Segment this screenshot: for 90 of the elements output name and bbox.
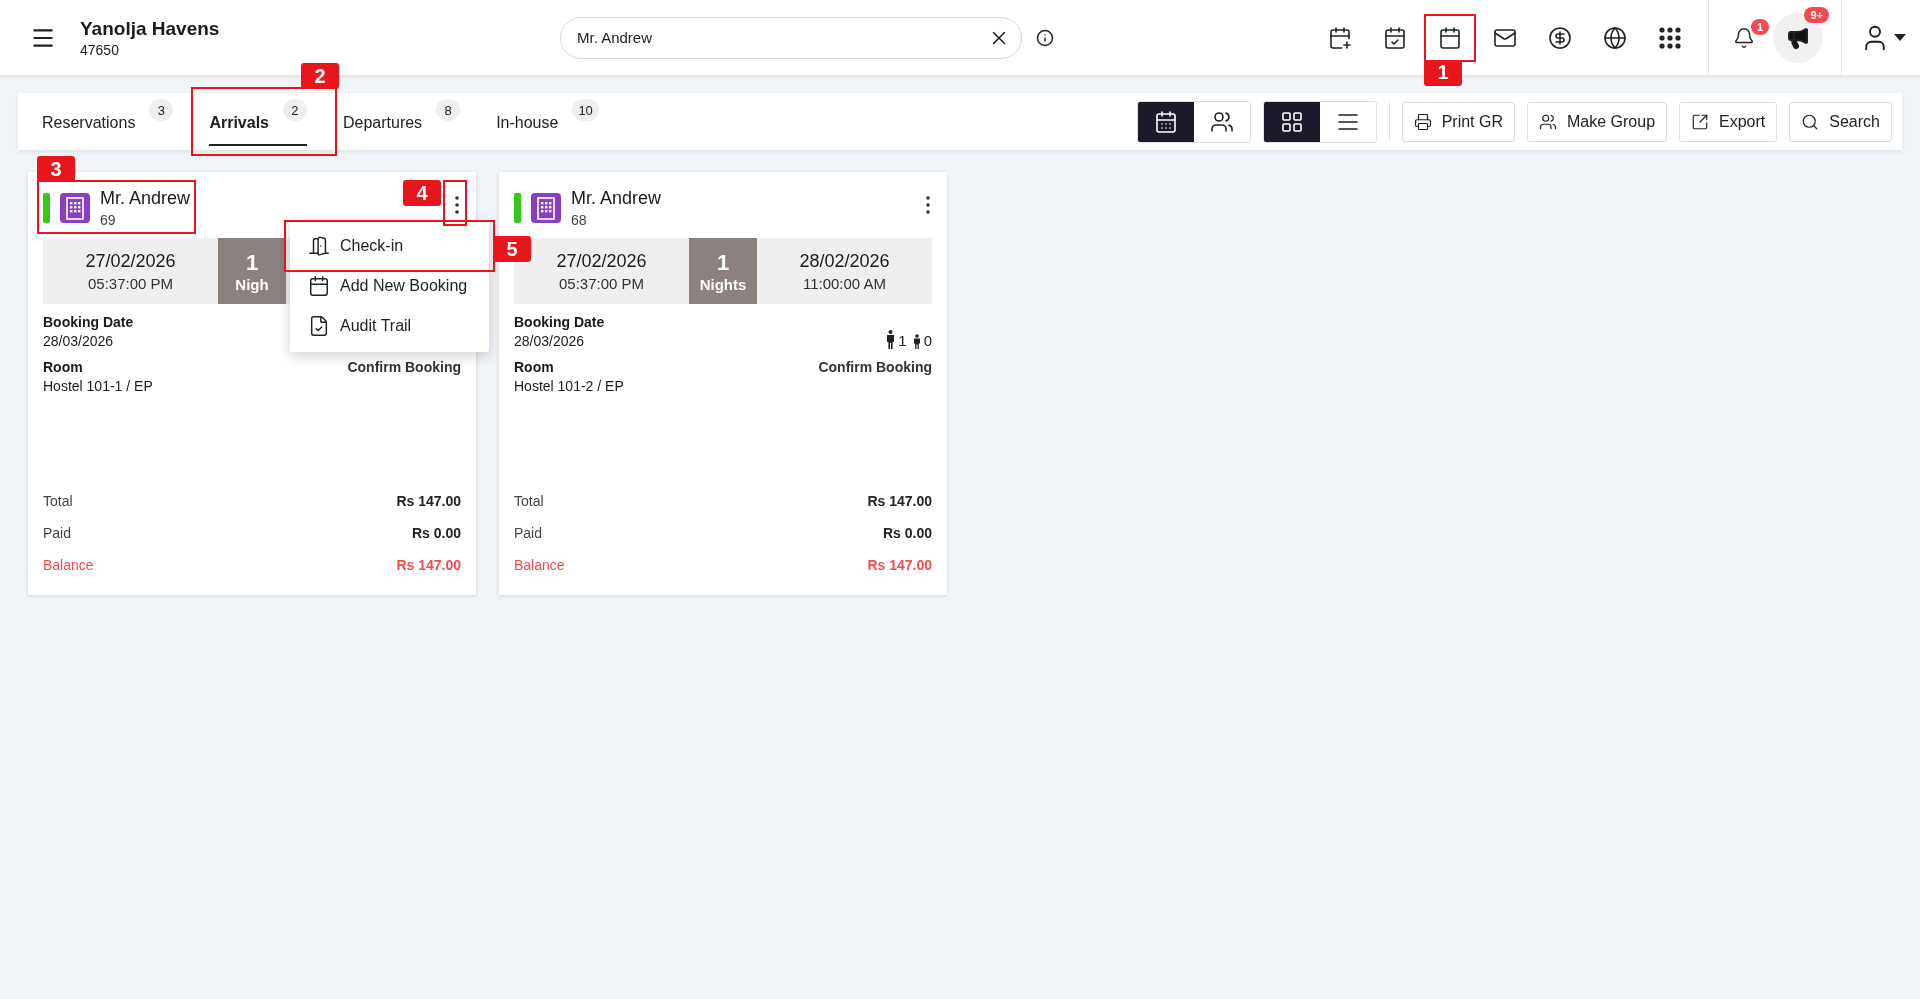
search-field[interactable]: Mr. Andrew (560, 16, 1022, 59)
adult-count: 1 (898, 332, 907, 349)
toolbar-button[interactable]: Search (1789, 101, 1892, 142)
field-label: Room (514, 359, 555, 375)
nights-label: Nigh (235, 275, 269, 293)
search-icon (1801, 112, 1820, 131)
step-badge: 4 (403, 180, 441, 206)
megaphone-icon (1786, 25, 1810, 50)
guest-name: Mr. Andrew (571, 188, 662, 209)
departure-date: 28/02/2026 (799, 250, 890, 272)
bell-icon (1733, 26, 1755, 49)
arrival-time: 05:37:00 PM (87, 274, 174, 292)
tab[interactable]: Arrivals 2 (197, 93, 319, 150)
info-icon (1036, 28, 1054, 47)
calendar-check-icon (1383, 25, 1407, 50)
amount-value: Rs 147.00 (867, 493, 932, 509)
toolbar-button[interactable]: Export (1679, 101, 1778, 142)
child-count: 0 (923, 332, 932, 349)
hotel-id: 47650 (80, 41, 120, 58)
menu-item[interactable]: Audit Trail (290, 306, 489, 346)
arrival-date: 27/02/2026 (556, 250, 647, 272)
announcements-button[interactable] (1773, 12, 1823, 63)
globe-icon (1603, 25, 1627, 50)
toolbar-button[interactable]: Print GR (1401, 101, 1515, 142)
amount-label: Balance (514, 557, 565, 573)
booking-number: 68 (571, 212, 588, 228)
amount-label: Paid (514, 525, 543, 541)
amount-label: Paid (43, 525, 72, 541)
apps-icon (1658, 25, 1682, 50)
building-icon (60, 193, 90, 223)
field-label: Room (43, 359, 84, 375)
door-icon (308, 235, 330, 257)
amount-label: Total (43, 493, 73, 509)
booking-number: 69 (100, 212, 117, 228)
nights-label: Nights (699, 275, 747, 293)
amount-value: Rs 0.00 (882, 525, 932, 541)
caret-icon[interactable] (1894, 33, 1906, 42)
booking-date: 28/03/2026 (514, 333, 586, 349)
child-icon (912, 334, 921, 349)
field-label: Booking Date (43, 314, 134, 330)
people-icon (1539, 112, 1557, 131)
building-icon (531, 193, 561, 223)
document-check-icon (308, 315, 330, 337)
departure-time: 11:00:00 AM (802, 274, 887, 292)
export-icon (1691, 112, 1710, 131)
view-toggle[interactable] (1137, 101, 1194, 142)
more-icon (455, 196, 459, 214)
count-badge: 1 (1750, 18, 1769, 35)
step-badge: 5 (493, 236, 531, 262)
tab[interactable]: Reservations 3 (30, 93, 186, 150)
calendar-add-icon (1328, 25, 1352, 50)
field-label: Booking Date (514, 314, 605, 330)
room-value: Hostel 101-1 / EP (43, 378, 153, 394)
count-badge: 3 (149, 99, 174, 121)
amount-value: Rs 147.00 (396, 557, 461, 573)
amount-label: Total (514, 493, 544, 509)
amount-value: Rs 147.00 (396, 493, 461, 509)
room-value: Hostel 101-2 / EP (514, 378, 624, 394)
adult-icon (886, 330, 896, 349)
arrival-time: 05:37:00 PM (558, 274, 645, 292)
booking-status: Confirm Booking (818, 359, 932, 375)
hotel-name: Yanolja Havens (80, 17, 221, 40)
grid-view-icon (1279, 109, 1304, 134)
amount-label: Balance (43, 557, 94, 573)
booking-date: 28/03/2026 (43, 333, 115, 349)
step-badge: 3 (37, 156, 75, 182)
calendar-icon (1438, 25, 1462, 50)
count-badge: 9+ (1804, 6, 1829, 23)
count-badge: 10 (572, 99, 599, 121)
menu-item[interactable]: Check-in (290, 226, 489, 266)
printer-icon (1413, 112, 1432, 131)
menu-item[interactable]: Add New Booking (290, 266, 489, 306)
arrival-date: 27/02/2026 (85, 250, 176, 272)
layout-toggle[interactable] (1263, 101, 1320, 142)
more-icon (926, 196, 930, 214)
count-badge: 8 (436, 99, 461, 121)
toolbar-button[interactable]: Make Group (1527, 101, 1668, 142)
calendar-icon (308, 275, 330, 297)
booking-status: Confirm Booking (347, 359, 461, 375)
amount-value: Rs 0.00 (411, 525, 461, 541)
tab[interactable]: Departures 8 (330, 93, 473, 150)
guest-name: Mr. Andrew (100, 188, 191, 209)
nights-count: 1 (716, 249, 730, 276)
nights-count: 1 (245, 249, 259, 276)
step-badge: 2 (300, 63, 339, 89)
amount-value: Rs 147.00 (867, 557, 932, 573)
dollar-icon (1548, 25, 1572, 50)
step-badge: 1 (1424, 59, 1462, 86)
count-badge: 2 (282, 99, 307, 121)
tab[interactable]: In-house 10 (484, 93, 611, 150)
